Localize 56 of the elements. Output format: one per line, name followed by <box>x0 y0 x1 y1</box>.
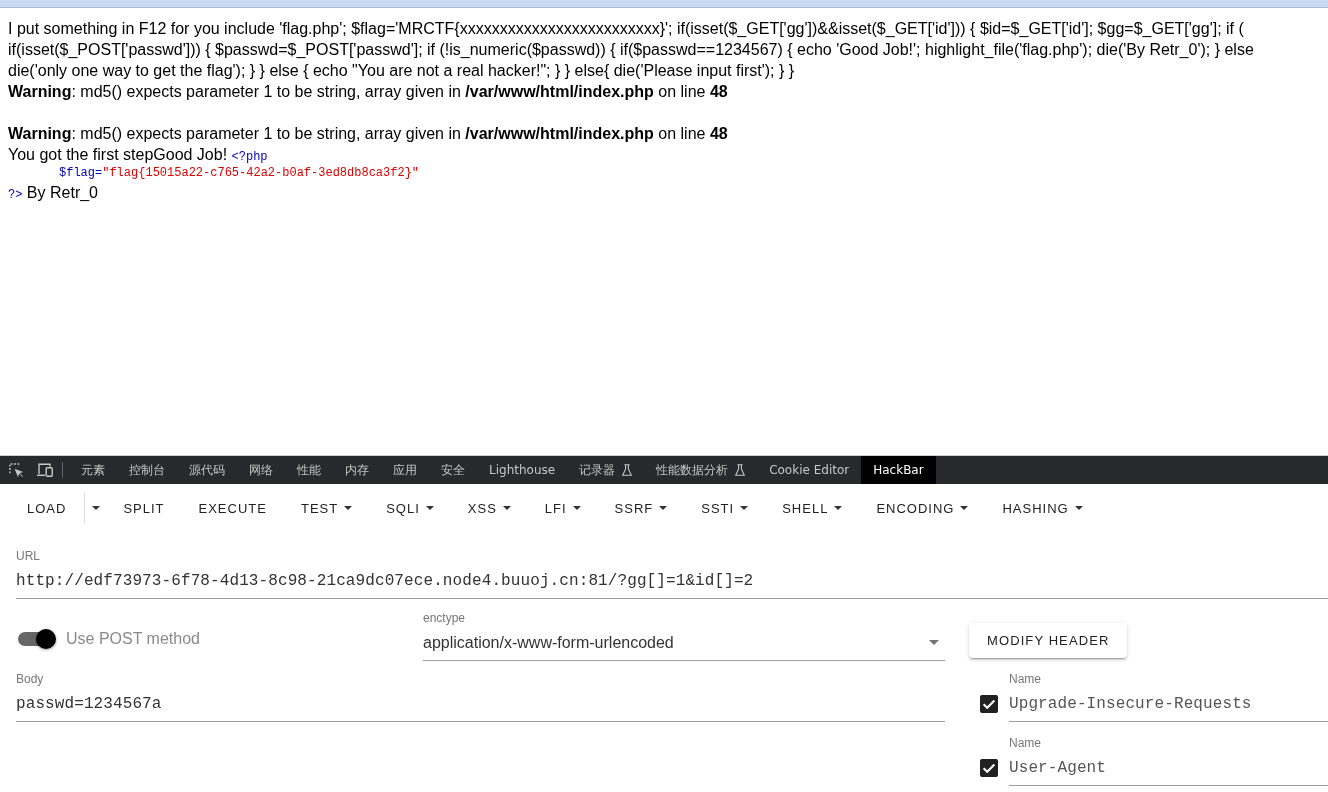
caret-icon <box>740 506 749 510</box>
caret-icon <box>344 506 353 510</box>
caret-icon <box>834 506 843 510</box>
toolbar-menu-button[interactable]: TEST <box>284 490 369 526</box>
devtools-tab[interactable]: 性能数据分析 <box>644 456 758 484</box>
select-field[interactable]: application/x-www-form-urlencoded <box>423 625 945 661</box>
php-output: You got the first stepGood Job! <?php $flag="flag{15015a22-c765-42a2-b0af-3ed8db8ca3f2}" ?> By Retr_0 <box>8 145 420 203</box>
toggle-label: Use POST method <box>66 630 200 648</box>
devtools-tab[interactable]: 内存 <box>333 456 381 484</box>
checkbox[interactable] <box>980 695 998 713</box>
devtools-tab[interactable]: 应用 <box>381 456 429 484</box>
warning-message: Warning: md5() expects parameter 1 to be string, array given in /var/www/html/index.php on line 48 <box>8 124 728 144</box>
field-label: Name <box>1009 672 1041 686</box>
checkbox[interactable] <box>980 759 998 777</box>
toolbar-menu-button[interactable]: SSTI <box>685 490 765 526</box>
caret-icon <box>1074 506 1083 510</box>
devtools-tab[interactable]: 性能 <box>285 456 333 484</box>
toolbar-menu-button[interactable]: XSS <box>451 490 527 526</box>
toolbar-menu-button[interactable]: SQLI <box>370 490 450 526</box>
caret-icon <box>659 506 668 510</box>
toolbar-button[interactable]: EXECUTE <box>182 490 283 526</box>
devtools-tab[interactable]: 元素 <box>69 456 117 484</box>
caret-icon <box>960 506 969 510</box>
header-name-field[interactable]: Upgrade-Insecure-Requests <box>1009 686 1328 722</box>
inspect-icon[interactable] <box>9 462 24 478</box>
caret-icon <box>572 506 581 510</box>
toolbar-menu-button[interactable]: LFI <box>528 490 597 526</box>
caret-icon <box>502 506 511 510</box>
toolbar-menu-button[interactable]: ENCODING <box>860 490 985 526</box>
caret-icon <box>929 640 939 645</box>
device-toolbar-icon[interactable] <box>37 463 53 477</box>
body-input-field[interactable]: passwd=1234567a <box>16 686 945 722</box>
field-label: enctype <box>423 611 466 625</box>
devtools-tab[interactable]: 网络 <box>237 456 285 484</box>
toolbar-button[interactable]: SPLIT <box>107 490 181 526</box>
url-input-field[interactable]: http://edf73973-6f78-4d13-8c98-21ca9dc07ece.node4.buuoj.cn:81/?gg[]=1&id[]=2 <box>16 563 1328 599</box>
field-label: URL <box>16 549 40 563</box>
devtools-tab[interactable]: Lighthouse <box>477 456 568 484</box>
devtools-tab[interactable]: HackBar <box>861 456 936 484</box>
toolbar-button[interactable]: LOAD <box>11 490 83 526</box>
devtools-tab[interactable]: 记录器 <box>567 456 645 484</box>
field-label: Name <box>1009 736 1041 750</box>
devtools-tab[interactable]: 源代码 <box>177 456 237 484</box>
toggle-switch[interactable] <box>18 629 56 649</box>
toolbar-menu-button[interactable]: SHELL <box>766 490 859 526</box>
devtools-tab[interactable]: Cookie Editor <box>757 456 862 484</box>
header-name-field[interactable]: User-Agent <box>1009 750 1328 786</box>
caret-icon <box>425 506 434 510</box>
devtools-tab[interactable]: 安全 <box>429 456 477 484</box>
toolbar-menu-button[interactable]: HASHING <box>986 490 1099 526</box>
modify-header-button[interactable]: MODIFY HEADER <box>969 623 1128 658</box>
devtools-tab[interactable]: 控制台 <box>117 456 177 484</box>
toolbar-menu-button[interactable]: SSRF <box>598 490 684 526</box>
caret-icon <box>92 506 101 510</box>
warning-message: Warning: md5() expects parameter 1 to be string, array given in /var/www/html/index.php on line 48 <box>8 82 728 102</box>
field-label: Body <box>16 672 44 686</box>
